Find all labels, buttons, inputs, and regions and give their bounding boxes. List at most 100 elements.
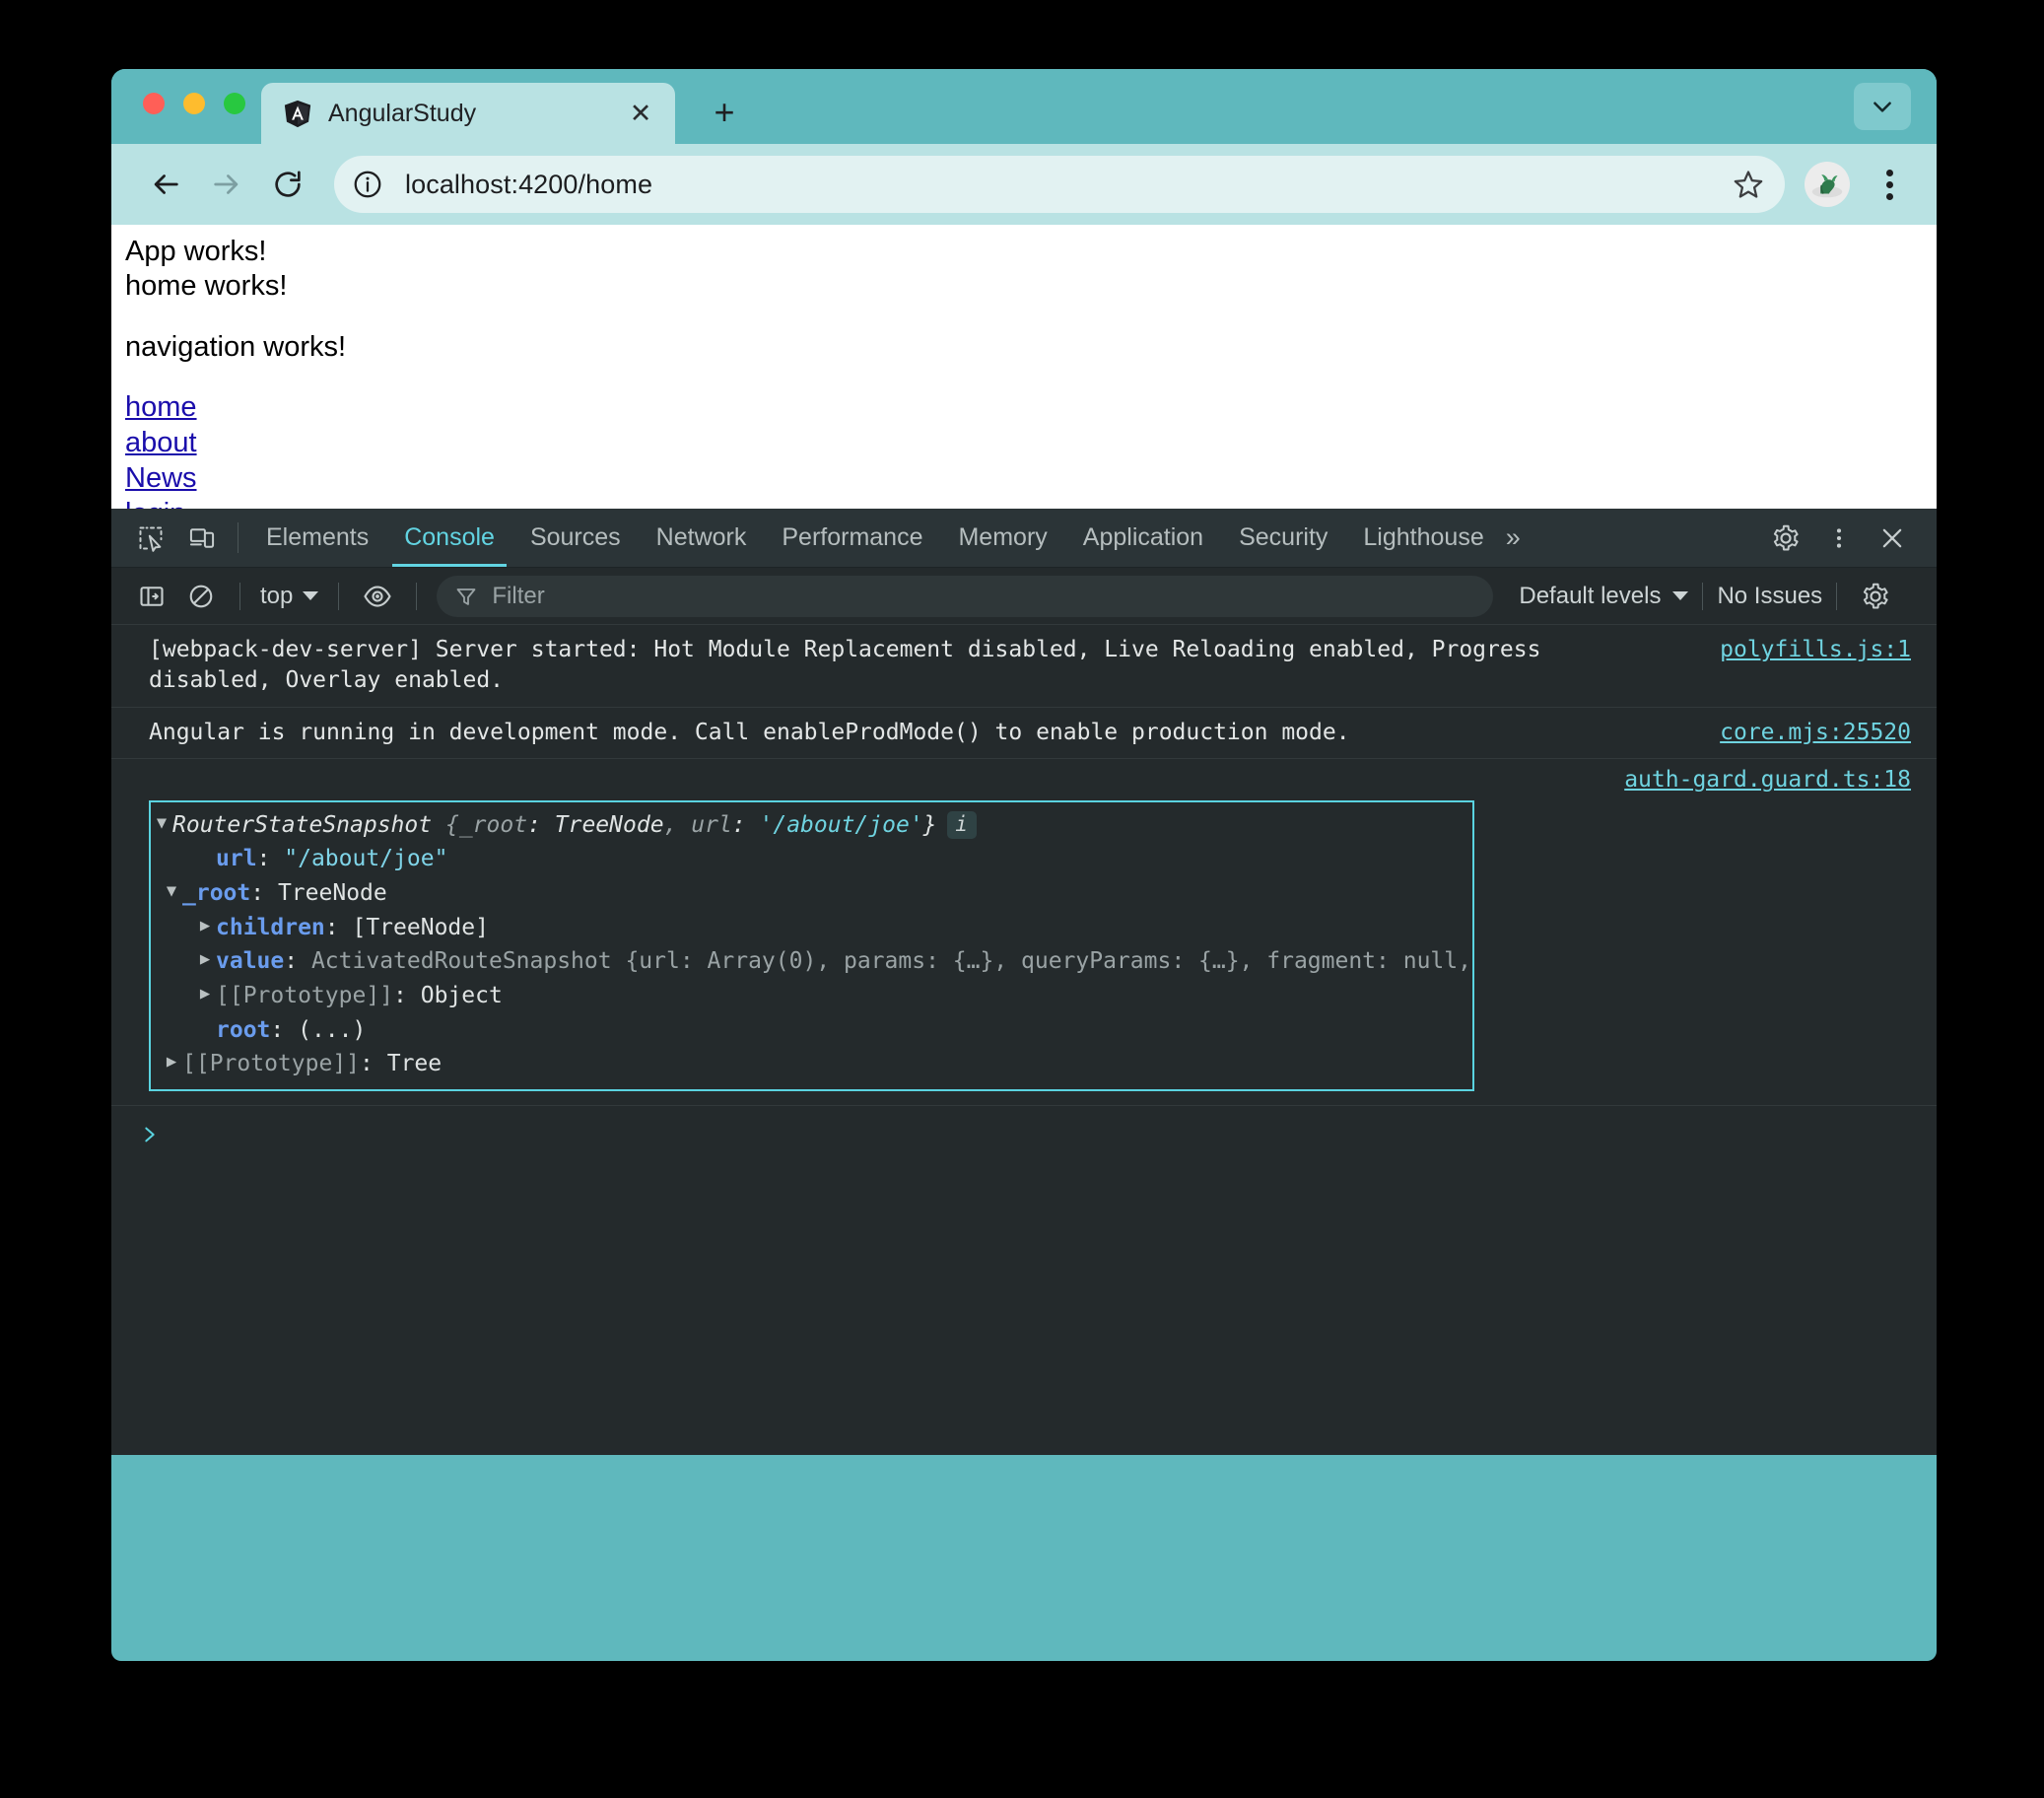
log-levels-selector[interactable]: Default levels (1519, 583, 1688, 610)
console-output[interactable]: [webpack-dev-server] Server started: Hot… (111, 625, 1937, 1455)
object-tree-header[interactable]: ▼ RouterStateSnapshot {_root: TreeNode, … (151, 808, 1472, 843)
info-badge-icon[interactable]: i (947, 811, 977, 839)
tab-elements[interactable]: Elements (248, 509, 386, 567)
device-toolbar-icon[interactable] (176, 509, 228, 567)
address-bar[interactable]: localhost:4200/home (334, 156, 1785, 213)
disclosure-triangle-icon[interactable]: ▶ (194, 980, 216, 1009)
nav-link-news[interactable]: News (125, 461, 1923, 497)
console-message-source-link[interactable]: polyfills.js:1 (1720, 635, 1911, 665)
execution-context-label: top (260, 583, 293, 610)
object-tree-row[interactable]: ▶ [[Prototype]]: Tree (151, 1047, 1472, 1081)
property-value: Object (421, 983, 503, 1008)
object-tree-row[interactable]: ▶ children: [TreeNode] (151, 911, 1472, 945)
property-key: _root (182, 880, 250, 906)
expanded-object-tree[interactable]: ▼ RouterStateSnapshot {_root: TreeNode, … (149, 800, 1474, 1091)
tab-network[interactable]: Network (639, 509, 765, 567)
close-window-button[interactable] (143, 93, 165, 114)
preview-colon: : (732, 812, 760, 838)
disclosure-triangle-icon[interactable]: ▼ (151, 809, 172, 839)
property-separator: : (250, 880, 278, 906)
preview-colon: : (527, 812, 555, 838)
property-key: children (216, 915, 325, 940)
console-message-source-link[interactable]: auth-gard.guard.ts:18 (1624, 767, 1911, 793)
reload-button[interactable] (259, 156, 316, 213)
disclosure-triangle-icon: ▸ (194, 843, 216, 872)
clear-console-icon[interactable] (176, 572, 226, 621)
preview-comma: , (664, 812, 692, 838)
execution-context-selector[interactable]: top (254, 583, 324, 610)
kebab-dot (1886, 170, 1893, 176)
console-prompt[interactable] (111, 1106, 1937, 1147)
tab-console[interactable]: Console (386, 509, 512, 567)
divider (416, 583, 417, 610)
tab-sources[interactable]: Sources (512, 509, 639, 567)
kebab-dot (1886, 193, 1893, 200)
new-tab-button[interactable]: + (703, 91, 746, 134)
tab-performance[interactable]: Performance (764, 509, 940, 567)
tab-lighthouse[interactable]: Lighthouse (1345, 509, 1501, 567)
filter-placeholder: Filter (492, 583, 544, 610)
minimize-window-button[interactable] (183, 93, 205, 114)
chevron-double-right-icon[interactable]: » (1502, 509, 1531, 567)
tab-title: AngularStudy (328, 100, 624, 128)
tab-application[interactable]: Application (1065, 509, 1221, 567)
filter-input[interactable]: Filter (437, 576, 1493, 617)
console-sidebar-icon[interactable] (127, 572, 176, 621)
console-settings-gear-icon[interactable] (1851, 572, 1900, 621)
tab-memory[interactable]: Memory (940, 509, 1064, 567)
caret-down-icon (303, 591, 318, 600)
forward-button[interactable] (198, 156, 255, 213)
disclosure-triangle-icon[interactable]: ▼ (161, 877, 182, 907)
console-message[interactable]: [webpack-dev-server] Server started: Hot… (111, 625, 1937, 708)
window-controls (143, 93, 245, 114)
property-key: [[Prototype]] (216, 983, 393, 1008)
tab-security[interactable]: Security (1221, 509, 1345, 567)
chevron-down-icon (1870, 94, 1895, 119)
inspect-element-icon[interactable] (125, 509, 176, 567)
console-filter-bar: top Filter Default levels (111, 568, 1937, 625)
object-tree-row[interactable]: ▶ value: ActivatedRouteSnapshot {url: Ar… (151, 944, 1472, 979)
browser-tab[interactable]: AngularStudy ✕ (261, 83, 675, 144)
dinosaur-avatar-icon[interactable] (1805, 162, 1850, 207)
object-tree-row[interactable]: ▸ root: (...) (151, 1013, 1472, 1048)
object-tree-row[interactable]: ▶ [[Prototype]]: Object (151, 979, 1472, 1013)
object-tree-row[interactable]: ▼ _root: TreeNode (151, 876, 1472, 911)
disclosure-triangle-icon[interactable]: ▶ (161, 1048, 182, 1077)
site-info-button[interactable] (346, 163, 389, 206)
maximize-window-button[interactable] (224, 93, 245, 114)
live-expression-icon[interactable] (353, 572, 402, 621)
property-separator: : (325, 915, 353, 940)
nav-link-home[interactable]: home (125, 390, 1923, 426)
browser-menu-button[interactable] (1866, 159, 1913, 210)
nav-link-about[interactable]: about (125, 426, 1923, 461)
prompt-chevron-icon (139, 1122, 161, 1147)
issues-status[interactable]: No Issues (1717, 583, 1822, 610)
property-key: url (216, 846, 257, 871)
angular-logo-icon (283, 99, 312, 128)
devtools-main-menu-button[interactable] (1812, 509, 1866, 568)
property-value[interactable]: (...) (298, 1017, 366, 1043)
property-value: ActivatedRouteSnapshot {url: Array(0), p… (311, 948, 1474, 974)
nav-link-login[interactable]: login (125, 497, 1923, 509)
object-tree-row[interactable]: ▸ url: "/about/joe" (151, 842, 1472, 876)
close-devtools-button[interactable] (1866, 509, 1919, 568)
divider (1702, 583, 1703, 610)
console-message[interactable]: Angular is running in development mode. … (111, 708, 1937, 759)
console-message-text: Angular is running in development mode. … (149, 718, 1548, 748)
property-separator: : (257, 846, 285, 871)
back-button[interactable] (137, 156, 194, 213)
gear-icon[interactable] (1759, 509, 1812, 568)
preview-close-brace: } (923, 812, 937, 838)
disclosure-triangle-icon[interactable]: ▶ (194, 945, 216, 975)
console-message-source-link[interactable]: core.mjs:25520 (1720, 718, 1911, 748)
close-icon[interactable]: ✕ (624, 97, 657, 130)
object-class-name: RouterStateSnapshot (172, 812, 432, 838)
property-key: value (216, 948, 284, 974)
disclosure-triangle-icon[interactable]: ▶ (194, 912, 216, 941)
bookmark-button[interactable] (1726, 162, 1771, 207)
info-circle-icon (352, 169, 383, 200)
tab-search-button[interactable] (1854, 83, 1911, 130)
preview-value-url: '/about/joe' (760, 812, 923, 838)
property-separator: : (270, 1017, 298, 1043)
console-object-message[interactable]: auth-gard.guard.ts:18 ▼ RouterStateSnaps… (111, 759, 1937, 1106)
